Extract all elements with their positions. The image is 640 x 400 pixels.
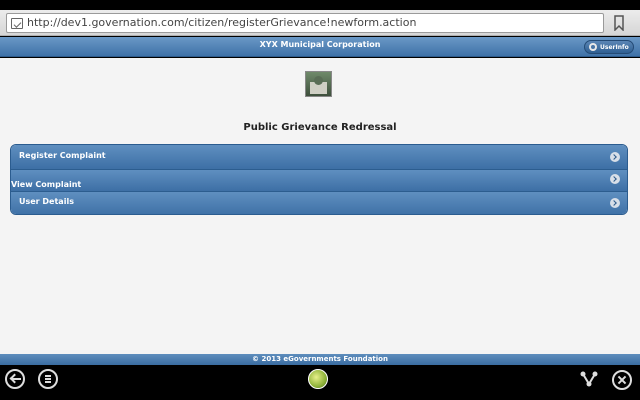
header-title: XYX Municipal Corporation (259, 40, 381, 49)
android-nav-bar (0, 365, 640, 400)
chevron-right-icon (610, 152, 620, 162)
menu-button[interactable] (38, 369, 58, 389)
back-button[interactable] (5, 369, 25, 389)
browser-url-bar: http://dev1.governation.com/citizen/regi… (0, 10, 640, 36)
close-icon[interactable] (612, 370, 632, 390)
url-input[interactable]: http://dev1.governation.com/citizen/regi… (6, 13, 604, 33)
screen: http://dev1.governation.com/citizen/regi… (0, 0, 640, 400)
page-title: Public Grievance Redressal (243, 122, 397, 133)
chevron-right-icon (610, 198, 620, 208)
menu-item-register-complaint[interactable]: Register Complaint (11, 145, 627, 170)
menu-item-user-details[interactable]: User Details (11, 192, 627, 214)
gear-icon (589, 43, 597, 51)
menu-item-view-complaint[interactable]: View Complaint (11, 170, 627, 192)
share-icon[interactable] (580, 370, 598, 388)
userinfo-button[interactable]: UserInfo (584, 40, 634, 54)
bookmark-icon[interactable] (612, 15, 626, 31)
footer: © 2013 eGovernments Foundation (0, 354, 640, 365)
main-menu: Register Complaint View Complaint User D… (10, 144, 628, 215)
corporation-logo (305, 71, 332, 97)
app-header: XYX Municipal Corporation UserInfo (0, 37, 640, 57)
userinfo-label: UserInfo (600, 44, 629, 51)
menu-item-label: View Complaint (11, 180, 82, 189)
back-arrow-icon (11, 378, 21, 380)
page-icon (11, 18, 23, 29)
main-content: Public Grievance Redressal Register Comp… (0, 58, 640, 354)
url-text[interactable]: http://dev1.governation.com/citizen/regi… (27, 16, 416, 29)
menu-item-label: Register Complaint (19, 151, 106, 160)
footer-text: © 2013 eGovernments Foundation (252, 355, 388, 363)
menu-item-label: User Details (19, 197, 74, 206)
menu-icon (45, 375, 51, 383)
app-logo-icon[interactable] (308, 369, 328, 389)
chevron-right-icon (610, 174, 620, 184)
